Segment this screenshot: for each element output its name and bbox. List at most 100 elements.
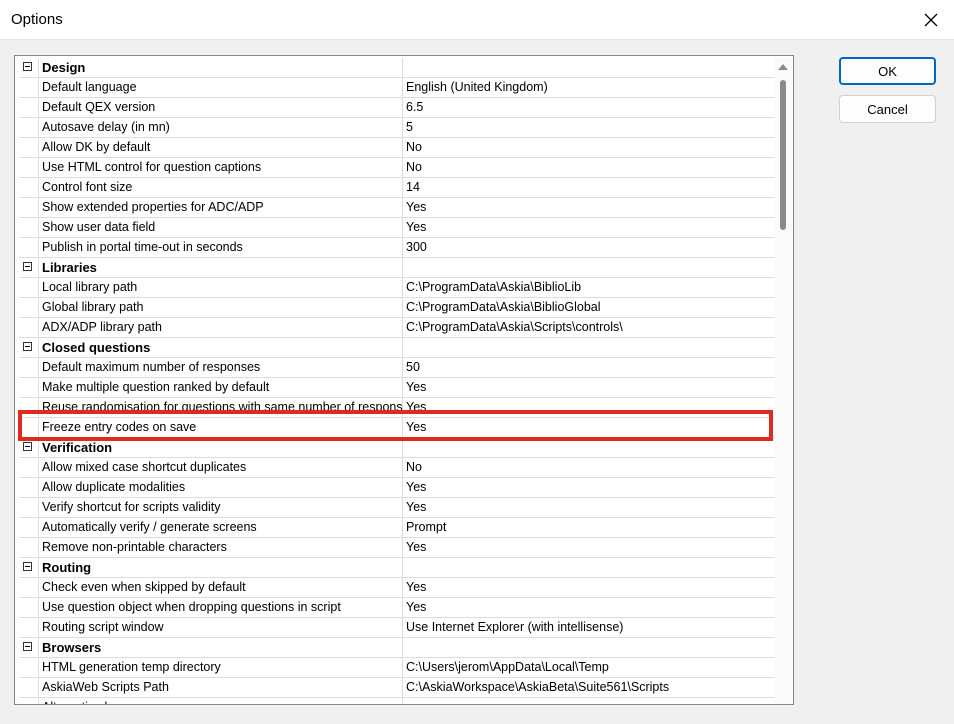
property-value[interactable]: C:\AskiaWorkspace\AskiaBeta\Suite561\Scr… <box>403 678 787 697</box>
property-value[interactable]: Use Internet Explorer (with intellisense… <box>403 618 787 637</box>
property-row[interactable]: Show extended properties for ADC/ADP Yes <box>19 198 787 218</box>
property-value[interactable]: 6.5 <box>403 98 787 117</box>
property-row[interactable]: Reuse randomisation for questions with s… <box>19 398 787 418</box>
property-value <box>403 638 787 657</box>
property-row[interactable]: Use question object when dropping questi… <box>19 598 787 618</box>
property-name: Local library path <box>39 278 403 297</box>
property-value[interactable]: C:\ProgramData\Askia\Scripts\controls\ <box>403 318 787 337</box>
property-value[interactable]: Yes <box>403 398 787 417</box>
row-gutter <box>19 458 39 477</box>
property-value[interactable]: Yes <box>403 478 787 497</box>
property-row[interactable]: Verify shortcut for scripts validity Yes <box>19 498 787 518</box>
property-row[interactable]: Local library path C:\ProgramData\Askia\B… <box>19 278 787 298</box>
property-value[interactable]: Yes <box>403 198 787 217</box>
category-row[interactable]: Verification <box>19 438 787 458</box>
property-name: Automatically verify / generate screens <box>39 518 403 537</box>
row-gutter <box>19 558 39 577</box>
property-row[interactable]: Remove non-printable characters Yes <box>19 538 787 558</box>
property-value[interactable]: Yes <box>403 498 787 517</box>
property-row[interactable]: AskiaWeb Scripts Path C:\AskiaWorkspace\A… <box>19 678 787 698</box>
property-row[interactable]: Show user data field Yes <box>19 218 787 238</box>
property-row[interactable]: Freeze entry codes on save Yes <box>19 418 787 438</box>
property-name: Show user data field <box>39 218 403 237</box>
property-row[interactable]: Check even when skipped by default Yes <box>19 578 787 598</box>
property-row[interactable]: Default QEX version 6.5 <box>19 98 787 118</box>
property-value[interactable]: No <box>403 158 787 177</box>
close-icon <box>924 13 938 27</box>
row-gutter <box>19 378 39 397</box>
property-value[interactable]: Yes <box>403 578 787 597</box>
scroll-thumb[interactable] <box>780 80 786 230</box>
property-value[interactable]: Yes <box>403 378 787 397</box>
property-value[interactable]: C:\ProgramData\Askia\BiblioGlobal <box>403 298 787 317</box>
property-value[interactable]: No <box>403 458 787 477</box>
row-gutter <box>19 238 39 257</box>
property-row[interactable]: Alternative browser <box>19 698 787 704</box>
property-value[interactable]: 5 <box>403 118 787 137</box>
property-row[interactable]: Autosave delay (in mn) 5 <box>19 118 787 138</box>
property-row[interactable]: Allow duplicate modalities Yes <box>19 478 787 498</box>
property-name: Reuse randomisation for questions with s… <box>39 398 403 417</box>
property-row[interactable]: Allow mixed case shortcut duplicates No <box>19 458 787 478</box>
property-value[interactable]: Yes <box>403 218 787 237</box>
property-row[interactable]: Control font size 14 <box>19 178 787 198</box>
row-gutter <box>19 518 39 537</box>
collapse-minus-icon[interactable] <box>23 562 32 571</box>
property-row[interactable]: HTML generation temp directory C:\Users\j… <box>19 658 787 678</box>
property-value[interactable]: Yes <box>403 598 787 617</box>
scroll-up-arrow-icon[interactable] <box>778 64 788 70</box>
property-value[interactable]: Yes <box>403 538 787 557</box>
row-gutter <box>19 98 39 117</box>
property-value[interactable]: English (United Kingdom) <box>403 78 787 97</box>
collapse-minus-icon[interactable] <box>23 642 32 651</box>
property-row[interactable]: ADX/ADP library path C:\ProgramData\Askia… <box>19 318 787 338</box>
property-value[interactable]: 50 <box>403 358 787 377</box>
collapse-minus-icon[interactable] <box>23 262 32 271</box>
property-row[interactable]: Global library path C:\ProgramData\Askia\… <box>19 298 787 318</box>
row-gutter <box>19 598 39 617</box>
row-gutter <box>19 498 39 517</box>
property-value[interactable] <box>403 698 787 704</box>
window-title: Options <box>11 11 63 28</box>
property-value[interactable]: 300 <box>403 238 787 257</box>
row-gutter <box>19 678 39 697</box>
property-row[interactable]: Make multiple question ranked by default… <box>19 378 787 398</box>
property-name: Allow mixed case shortcut duplicates <box>39 458 403 477</box>
category-row[interactable]: Browsers <box>19 638 787 658</box>
property-value[interactable]: Prompt <box>403 518 787 537</box>
row-gutter <box>19 118 39 137</box>
property-row[interactable]: Default maximum number of responses 50 <box>19 358 787 378</box>
cancel-button[interactable]: Cancel <box>839 95 936 123</box>
collapse-minus-icon[interactable] <box>23 62 32 71</box>
row-gutter <box>19 338 39 357</box>
row-gutter <box>19 158 39 177</box>
property-row[interactable]: Use HTML control for question captions No <box>19 158 787 178</box>
property-name: Allow DK by default <box>39 138 403 157</box>
property-row[interactable]: Allow DK by default No <box>19 138 787 158</box>
row-gutter <box>19 578 39 597</box>
property-rows: Design Default language English (United Ki… <box>19 58 787 704</box>
property-row[interactable]: Publish in portal time-out in seconds 300 <box>19 238 787 258</box>
collapse-minus-icon[interactable] <box>23 442 32 451</box>
close-button[interactable] <box>908 0 954 40</box>
category-row[interactable]: Design <box>19 58 787 78</box>
property-value[interactable]: No <box>403 138 787 157</box>
category-row[interactable]: Libraries <box>19 258 787 278</box>
property-value[interactable]: Yes <box>403 418 787 437</box>
ok-button[interactable]: OK <box>839 57 936 85</box>
category-row[interactable]: Closed questions <box>19 338 787 358</box>
property-row[interactable]: Default language English (United Kingdom) <box>19 78 787 98</box>
category-row[interactable]: Routing <box>19 558 787 578</box>
property-name: Default language <box>39 78 403 97</box>
vertical-scrollbar[interactable] <box>774 58 792 703</box>
row-gutter <box>19 398 39 417</box>
property-row[interactable]: Routing script window Use Internet Explor… <box>19 618 787 638</box>
property-value[interactable]: C:\ProgramData\Askia\BiblioLib <box>403 278 787 297</box>
property-name: Freeze entry codes on save <box>39 418 403 437</box>
property-grid[interactable]: Design Default language English (United Ki… <box>14 55 794 705</box>
collapse-minus-icon[interactable] <box>23 342 32 351</box>
property-name: Make multiple question ranked by default <box>39 378 403 397</box>
property-row[interactable]: Automatically verify / generate screens P… <box>19 518 787 538</box>
property-value[interactable]: 14 <box>403 178 787 197</box>
property-value[interactable]: C:\Users\jerom\AppData\Local\Temp <box>403 658 787 677</box>
